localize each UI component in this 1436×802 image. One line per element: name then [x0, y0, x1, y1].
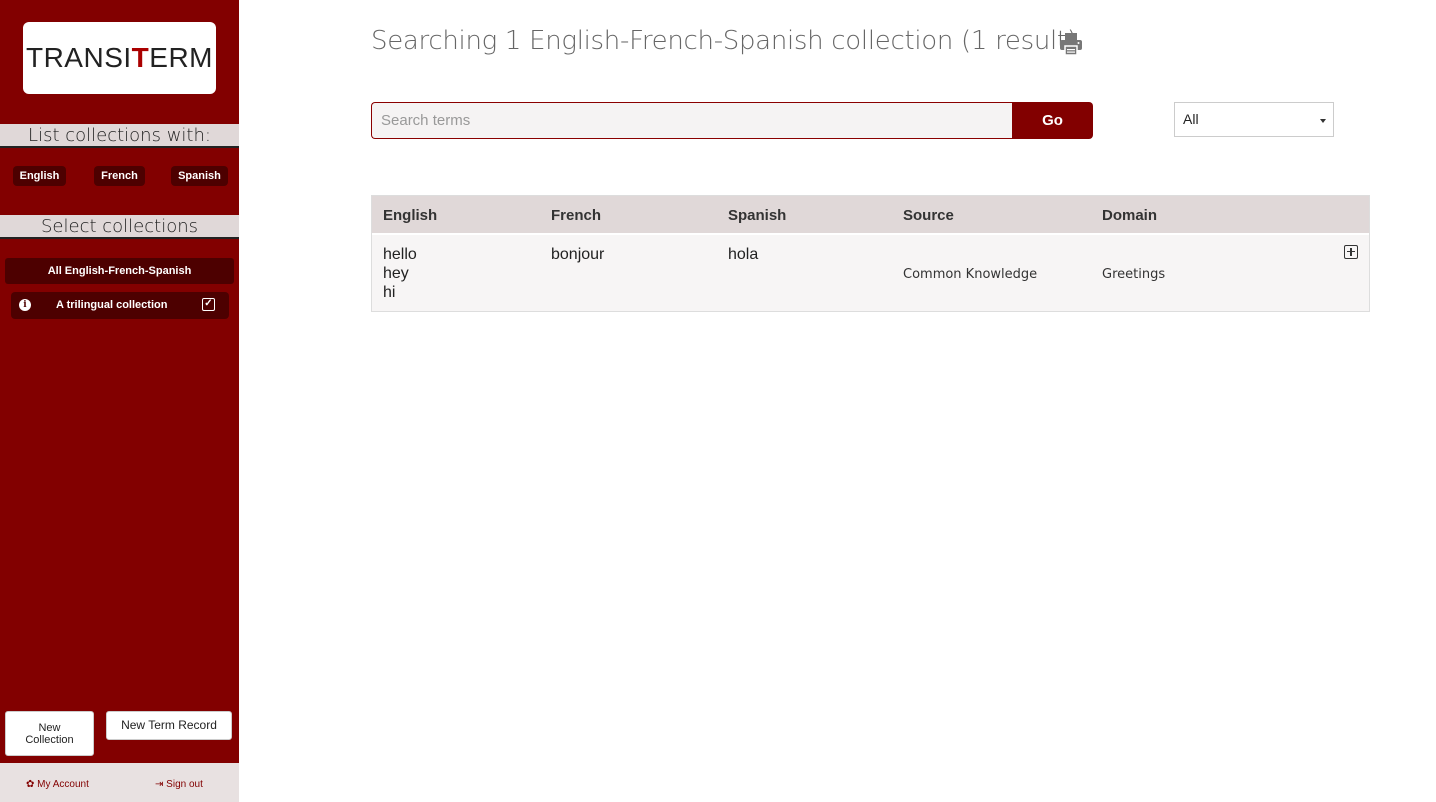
new-collection-line-1: New: [38, 722, 61, 734]
column-header-french[interactable]: French: [551, 207, 601, 224]
print-icon[interactable]: [1058, 31, 1084, 57]
english-term: hey: [383, 265, 409, 282]
language-filter-english[interactable]: English: [13, 166, 66, 186]
english-term: hello: [383, 246, 417, 263]
spanish-term: hola: [728, 246, 759, 263]
chevron-down-icon: [1320, 119, 1326, 123]
sidebar-footer: ✿ My Account ⇥ Sign out: [0, 763, 239, 802]
cell-english: hello hey hi: [383, 245, 417, 302]
sign-out-link[interactable]: ⇥ Sign out: [155, 779, 203, 790]
language-filter-french[interactable]: French: [94, 166, 145, 186]
sign-out-label: Sign out: [166, 779, 203, 790]
my-account-label: My Account: [37, 779, 89, 790]
collection-label: A trilingual collection: [56, 299, 168, 311]
table-header: English French Spanish Source Domain: [372, 196, 1369, 233]
sign-out-icon: ⇥: [155, 779, 164, 790]
column-header-source[interactable]: Source: [903, 207, 954, 224]
english-term: hi: [383, 284, 396, 301]
my-account-link[interactable]: ✿ My Account: [26, 779, 89, 790]
collection-item[interactable]: i A trilingual collection ✓: [11, 292, 229, 319]
cell-domain: Greetings: [1102, 267, 1166, 282]
sidebar: TRANSITERM List collections with: Englis…: [0, 0, 239, 802]
logo-text-part-1: TRANSI: [25, 42, 132, 73]
all-collections-button[interactable]: All English-French-Spanish: [5, 258, 234, 284]
search-input[interactable]: [371, 102, 1014, 139]
select-collections-heading: Select collections: [0, 215, 239, 239]
filter-select-value: All: [1183, 111, 1199, 127]
info-icon[interactable]: i: [19, 299, 31, 311]
logo-text: TRANSITERM: [26, 42, 213, 74]
logo-text-part-2: ERM: [149, 42, 214, 73]
filter-select[interactable]: All: [1174, 102, 1334, 137]
cell-french: bonjour: [551, 245, 604, 264]
cell-source: Common Knowledge: [903, 267, 1038, 282]
logo-t-mark: T: [131, 42, 150, 73]
french-term: bonjour: [551, 246, 605, 263]
new-collection-button[interactable]: New Collection: [5, 711, 94, 756]
column-header-english[interactable]: English: [383, 207, 437, 224]
logo[interactable]: TRANSITERM: [23, 22, 216, 94]
results-table: English French Spanish Source Domain hel…: [371, 195, 1370, 312]
cell-spanish: hola: [728, 245, 758, 264]
new-term-record-button[interactable]: New Term Record: [106, 711, 232, 740]
language-filter-spanish[interactable]: Spanish: [171, 166, 228, 186]
table-row[interactable]: hello hey hi bonjour hola Common Knowled…: [372, 235, 1369, 311]
list-collections-heading: List collections with:: [0, 124, 239, 148]
go-button[interactable]: Go: [1012, 102, 1093, 139]
check-square-icon[interactable]: ✓: [202, 298, 215, 311]
column-header-spanish[interactable]: Spanish: [728, 207, 786, 224]
column-header-domain[interactable]: Domain: [1102, 207, 1157, 224]
gear-icon: ✿: [26, 779, 35, 790]
expand-plus-icon[interactable]: [1344, 245, 1358, 259]
page-title: Searching 1 English-French-Spanish colle…: [371, 26, 1077, 56]
new-collection-line-2: Collection: [25, 734, 74, 746]
